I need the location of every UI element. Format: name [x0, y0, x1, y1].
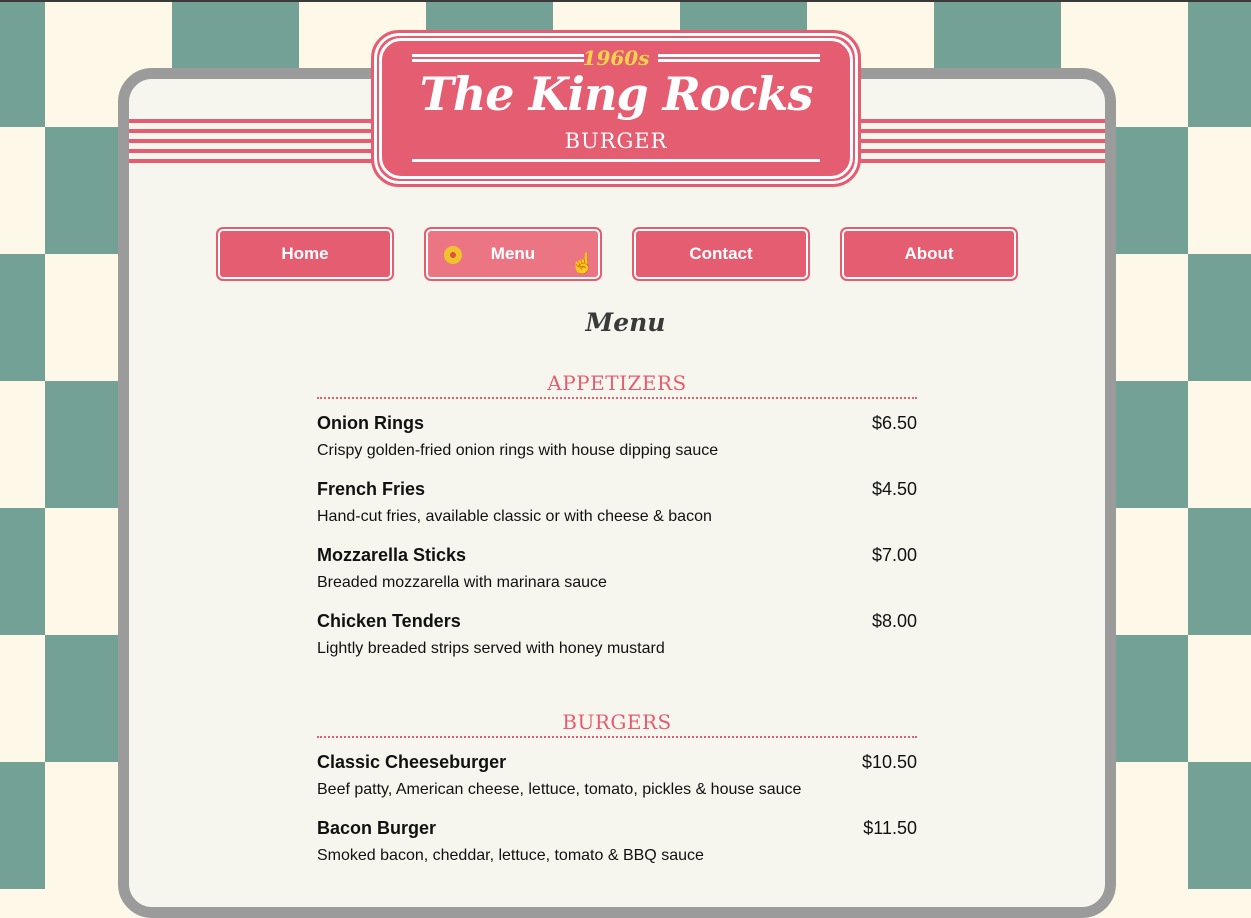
- item-price: $6.50: [871, 413, 917, 433]
- menu-item: French Fries $4.50 Hand-cut fries, avail…: [317, 465, 917, 531]
- window-top-border: [0, 0, 1251, 2]
- item-description: Beef patty, American cheese, lettuce, to…: [317, 781, 802, 798]
- item-description: Crispy golden-fried onion rings with hou…: [317, 442, 719, 459]
- nav-contact-button[interactable]: Contact: [632, 227, 810, 281]
- hand-cursor-icon: ☝: [570, 253, 595, 275]
- nav-about-button[interactable]: About: [840, 227, 1018, 281]
- decor-stripes-right: [855, 119, 1105, 171]
- menu-section-burgers: BURGERS Classic Cheeseburger $10.50 Beef…: [317, 710, 917, 870]
- logo-subtitle: BURGER: [564, 129, 668, 153]
- section-title: APPETIZERS: [547, 371, 687, 395]
- logo-title: The King Rocks: [419, 67, 814, 121]
- page-title: Menu: [585, 308, 666, 337]
- item-price: $10.50: [861, 752, 917, 772]
- item-name: Bacon Burger: [317, 818, 437, 838]
- item-price: $7.00: [871, 545, 917, 565]
- item-name: Mozzarella Sticks: [317, 545, 467, 565]
- decor-stripes-left: [129, 119, 379, 171]
- item-name: French Fries: [317, 479, 426, 499]
- item-name: Chicken Tenders: [317, 611, 461, 631]
- menu-item: Chicken Tenders $8.00 Lightly breaded st…: [317, 597, 917, 663]
- site-logo-sign[interactable]: 1960s The King Rocks BURGER: [371, 30, 861, 187]
- item-name: Onion Rings: [317, 413, 424, 433]
- item-price: $4.50: [871, 479, 917, 499]
- item-description: Lightly breaded strips served with honey…: [317, 640, 665, 657]
- menu-item: Bacon Burger $11.50 Smoked bacon, chedda…: [317, 804, 917, 870]
- item-name: Classic Cheeseburger: [317, 752, 507, 772]
- disc-icon: [444, 246, 462, 264]
- nav-menu-button[interactable]: Menu ☝: [424, 227, 602, 281]
- menu-item: Mozzarella Sticks $7.00 Breaded mozzarel…: [317, 531, 917, 597]
- menu-section-appetizers: APPETIZERS Onion Rings $6.50 Crispy gold…: [317, 371, 917, 663]
- section-title: BURGERS: [562, 710, 672, 734]
- nav-home-button[interactable]: Home: [216, 227, 394, 281]
- item-price: $8.00: [871, 611, 917, 631]
- menu-item: Classic Cheeseburger $10.50 Beef patty, …: [317, 738, 917, 804]
- item-price: $11.50: [863, 818, 917, 838]
- menu-item: Onion Rings $6.50 Crispy golden-fried on…: [317, 399, 917, 465]
- item-description: Hand-cut fries, available classic or wit…: [317, 508, 712, 525]
- item-description: Breaded mozzarella with marinara sauce: [317, 574, 607, 591]
- item-description: Smoked bacon, cheddar, lettuce, tomato &…: [317, 847, 704, 864]
